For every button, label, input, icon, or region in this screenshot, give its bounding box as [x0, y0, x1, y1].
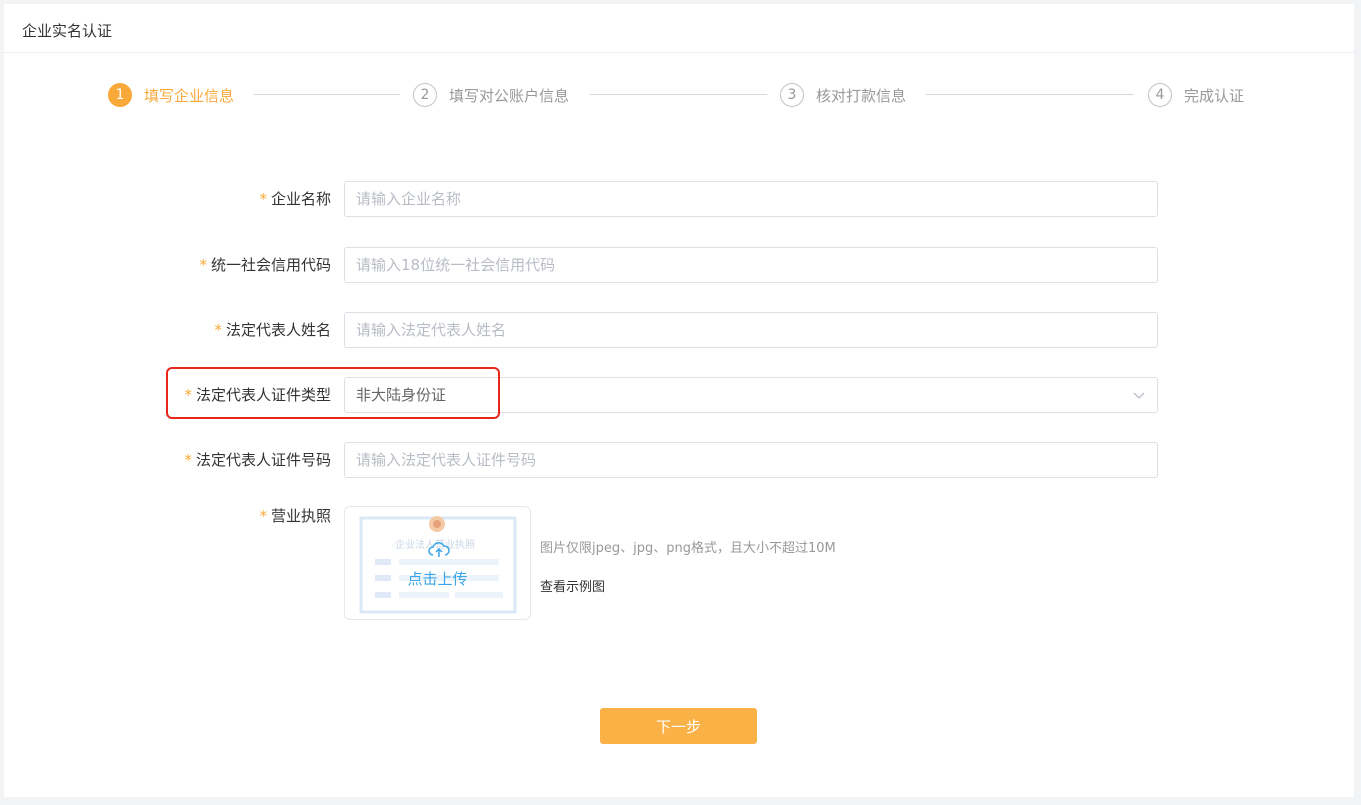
step-number: 2 [413, 83, 437, 107]
step-2: 2 填写对公账户信息 [413, 82, 569, 108]
step-label: 核对打款信息 [816, 86, 907, 105]
upload-hint: 图片仅限jpeg、jpg、png格式，且大小不超过10M [540, 541, 836, 556]
step-connector [254, 94, 400, 95]
id-type-label: * 法定代表人证件类型 [184, 386, 331, 404]
row-id-number: * 法定代表人证件号码 [4, 442, 1354, 478]
id-type-select[interactable]: 非大陆身份证 [344, 377, 1158, 413]
step-connector [926, 94, 1134, 95]
step-label: 完成认证 [1184, 86, 1245, 105]
row-business-license: * 营业执照 企业法人营业执照 点击上传 图片仅限jpeg、jpg、png格式，… [4, 506, 1354, 622]
required-mark: * [184, 386, 192, 404]
credit-code-label: * 统一社会信用代码 [199, 256, 331, 274]
step-number: 1 [108, 83, 132, 107]
upload-cloud-icon [428, 542, 450, 557]
required-mark: * [259, 507, 267, 525]
required-mark: * [214, 321, 222, 339]
id-number-input[interactable] [344, 442, 1158, 478]
step-label: 填写企业信息 [144, 86, 235, 105]
step-connector [590, 94, 767, 95]
chevron-down-icon [1133, 392, 1145, 399]
steps-indicator: 1 填写企业信息 2 填写对公账户信息 3 核对打款信息 4 完成认证 [4, 4, 1354, 144]
required-mark: * [259, 190, 267, 208]
id-number-label: * 法定代表人证件号码 [184, 451, 331, 469]
row-company-name: * 企业名称 [4, 181, 1354, 217]
step-3: 3 核对打款信息 [780, 82, 906, 108]
business-license-label: * 营业执照 [259, 507, 331, 525]
step-4: 4 完成认证 [1148, 82, 1244, 108]
required-mark: * [184, 451, 192, 469]
license-placeholder-image: 企业法人营业执照 [359, 516, 517, 614]
step-label: 填写对公账户信息 [449, 86, 570, 105]
id-type-value: 非大陆身份证 [356, 386, 447, 404]
step-number: 4 [1148, 83, 1172, 107]
row-legal-rep-name: * 法定代表人姓名 [4, 312, 1354, 348]
step-number: 3 [780, 83, 804, 107]
next-step-button[interactable]: 下一步 [600, 708, 757, 744]
license-upload-box[interactable]: 企业法人营业执照 点击上传 [344, 506, 531, 620]
upload-label: 点击上传 [407, 570, 468, 588]
legal-rep-name-label: * 法定代表人姓名 [214, 321, 331, 339]
verification-card: 企业实名认证 1 填写企业信息 2 填写对公账户信息 3 核对打款信息 4 完成… [4, 4, 1354, 797]
row-credit-code: * 统一社会信用代码 [4, 247, 1354, 283]
step-1: 1 填写企业信息 [108, 82, 234, 108]
row-id-type: * 法定代表人证件类型 非大陆身份证 [4, 367, 1354, 419]
company-name-label: * 企业名称 [259, 190, 331, 208]
view-example-link[interactable]: 查看示例图 [540, 576, 605, 595]
legal-rep-name-input[interactable] [344, 312, 1158, 348]
credit-code-input[interactable] [344, 247, 1158, 283]
required-mark: * [199, 256, 207, 274]
company-name-input[interactable] [344, 181, 1158, 217]
